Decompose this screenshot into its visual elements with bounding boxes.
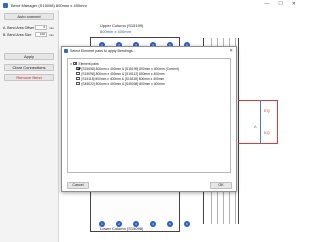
upper-column-size: 800mm x 400mm: [100, 29, 131, 34]
rebar-marker[interactable]: 5: [167, 221, 173, 227]
close-icon[interactable]: ✕: [292, 2, 296, 7]
dimension-a-label: A: [254, 124, 257, 129]
app-icon: [3, 2, 8, 8]
dimension-line: [260, 100, 261, 144]
ok-button[interactable]: OK: [210, 182, 232, 189]
bend-area-size-unit: mm: [49, 32, 54, 37]
element-pair-checkbox[interactable]: [76, 66, 80, 71]
maximize-icon[interactable]: ☐: [278, 2, 282, 7]
clear-connections-button[interactable]: Clear Connections: [4, 64, 54, 71]
dialog-title: Select Element pairs to apply Bendings..…: [70, 49, 136, 53]
bend-area-offset-label: A. Bend Area Offset: [3, 25, 34, 30]
left-panel: Auto connect A. Bend Area Offset 0 mm B.…: [0, 10, 59, 242]
element-pairs-tree[interactable]: ▾ Element pairs [S15098] 800mm x 400mm &…: [67, 58, 231, 173]
minimize-icon[interactable]: —: [264, 2, 269, 7]
window-titlebar: Bend Manager (S15098) 800mm x 400mm — ☐ …: [0, 0, 300, 10]
element-pair-label: [S15118] 800mm x 400mm & [S15118] 800mm …: [81, 76, 165, 81]
auto-connect-button[interactable]: Auto connect: [4, 13, 54, 20]
element-pair-item[interactable]: [S45022] 800mm x 400mm & [S45008] 800mm …: [76, 81, 165, 86]
rebar-marker[interactable]: 6: [184, 221, 190, 227]
window-title: Bend Manager (S15098) 800mm x 400mm: [11, 2, 87, 8]
element-pair-label: [S45022] 800mm x 400mm & [S45008] 800mm …: [81, 81, 165, 86]
bend-area-offset-unit: mm: [49, 25, 54, 30]
bend-area-offset-row: A. Bend Area Offset 0 mm: [3, 25, 59, 30]
upper-column-title: Upper Column (S15199): [100, 23, 144, 28]
apply-button[interactable]: Apply: [4, 53, 54, 60]
dialog-app-icon: [64, 49, 68, 53]
lower-column-title: Lower Column (S15098): [100, 226, 144, 231]
element-pair-checkbox[interactable]: [76, 81, 80, 86]
beam-outline: [238, 100, 278, 144]
select-element-pairs-dialog: Select Element pairs to apply Bendings..…: [61, 46, 237, 192]
tree-root-label: Element pairs: [78, 61, 99, 66]
bend-area-size-input[interactable]: 100: [35, 32, 47, 37]
bend-area-size-label: B. Bend Area Size: [3, 32, 32, 37]
bend-area-offset-input[interactable]: 0: [35, 25, 47, 30]
element-pair-checkbox[interactable]: [76, 76, 80, 81]
element-pair-label: [S15098] 800mm x 400mm & [S15199] 800mm …: [81, 66, 179, 71]
bend-area-size-row: B. Bend Area Size 100 mm: [3, 32, 59, 37]
cancel-button[interactable]: Cancel: [67, 182, 89, 189]
dialog-close-icon[interactable]: ✕: [229, 48, 233, 54]
dimension-eq-label: EQ: [264, 108, 270, 113]
window-controls: — ☐ ✕: [264, 2, 296, 7]
root-checkbox[interactable]: [73, 61, 77, 66]
element-pair-label: [S15098] 800mm x 400mm & [S15112] 800mm …: [81, 71, 165, 76]
rebar-marker[interactable]: 4: [150, 221, 156, 227]
dialog-titlebar: Select Element pairs to apply Bendings..…: [62, 47, 236, 55]
element-pair-checkbox[interactable]: [76, 71, 80, 76]
remove-bend-button[interactable]: Remove Bend: [4, 74, 54, 81]
dimension-eq-label: EQ: [264, 130, 270, 135]
